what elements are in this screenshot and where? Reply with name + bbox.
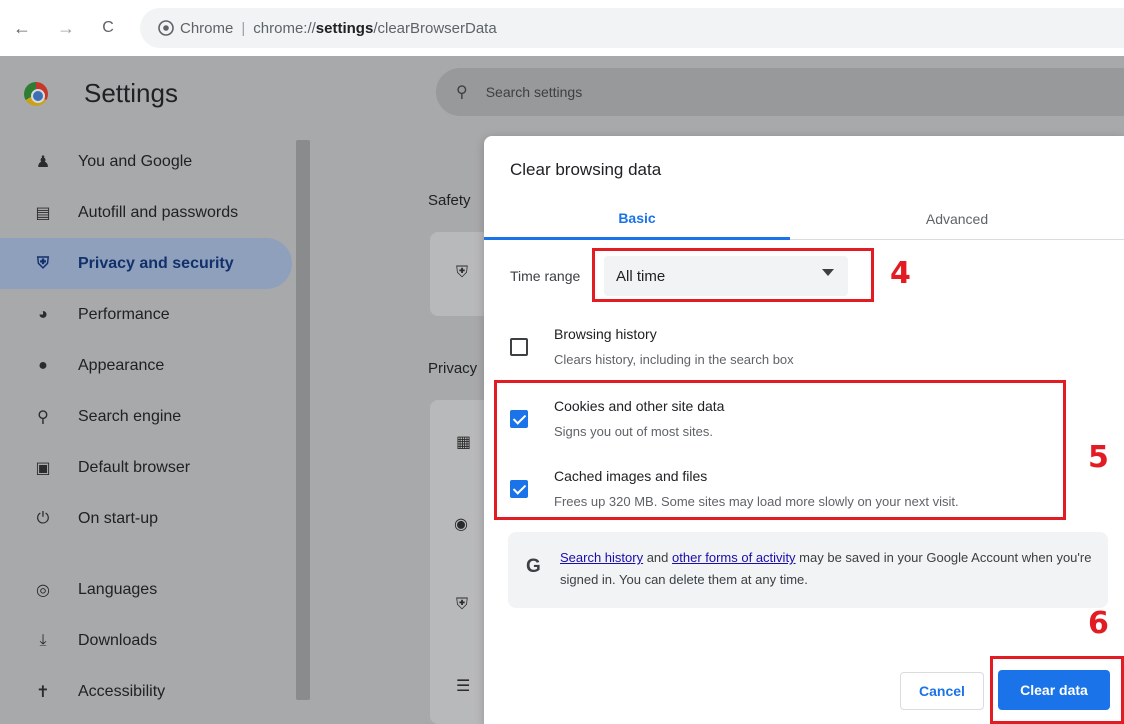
accessibility-icon: ✝ [36,683,50,701]
annotation-box-5 [494,380,1066,520]
search-placeholder: Search settings [485,84,583,100]
sidebar-item-on-startup[interactable]: ⏻ On start-up [0,493,292,544]
globe-icon: ◎ [36,581,50,599]
trash-icon: ▦ [456,434,472,451]
tab-basic[interactable]: Basic [484,198,790,240]
forward-icon[interactable]: → [50,12,82,44]
site-chip[interactable]: Chrome [158,20,233,37]
page-title: Settings [84,78,178,108]
privacy-section-label: Privacy [428,360,478,377]
sidebar-item-label: Autofill and passwords [78,203,239,221]
annotation-box-6 [990,656,1124,724]
sidebar-item-label: Accessibility [78,682,166,700]
sliders-icon: ☰ [456,678,471,695]
divider: | [241,19,246,37]
other-activity-link[interactable]: other forms of activity [672,550,796,565]
google-notice-text: Search history and other forms of activi… [560,547,1100,591]
sidebar-item-appearance[interactable]: ● Appearance [0,340,292,391]
annotation-number-5: 5 [1088,440,1109,475]
palette-icon: ● [38,356,48,374]
clipboard-icon: ▤ [35,204,51,222]
annotation-number-4: 4 [890,256,911,291]
gauge-icon: ◕ [38,305,48,323]
browsing-history-checkbox[interactable] [510,338,528,356]
sidebar-item-performance[interactable]: ◕ Performance [0,289,292,340]
search-icon: ⚲ [456,84,468,101]
sidebar-item-languages[interactable]: ◎ Languages [0,564,292,615]
google-icon: G [526,556,541,577]
reload-icon[interactable]: C [92,12,124,44]
power-icon: ⏻ [36,509,50,527]
google-account-notice: G Search history and other forms of acti… [508,532,1108,608]
sidebar: ♟ You and Google ▤ Autofill and password… [0,136,292,717]
time-range-label: Time range [510,268,581,284]
dialog-tabs: Basic Advanced [484,198,1124,240]
shield-icon: ⛨ [456,264,469,281]
browser-icon: ▣ [35,459,51,477]
sidebar-item-downloads[interactable]: ⤓ Downloads [0,615,292,666]
sidebar-item-label: You and Google [78,152,193,170]
sidebar-scrollbar[interactable] [296,140,310,700]
shield-icon: ⛨ [36,254,49,272]
sidebar-item-search-engine[interactable]: ⚲ Search engine [0,391,292,442]
sidebar-item-label: Privacy and security [78,254,234,272]
sidebar-item-label: Appearance [78,356,165,374]
site-chip-label: Chrome [180,19,234,37]
settings-search[interactable]: ⚲ Search settings [436,68,1124,116]
sidebar-item-default-browser[interactable]: ▣ Default browser [0,442,292,493]
shield-icon: ⛨ [456,596,469,613]
cancel-button[interactable]: Cancel [900,672,984,710]
search-icon: ⚲ [37,408,49,426]
notice-text: and [643,550,673,565]
sidebar-item-label: Performance [78,305,170,323]
sidebar-item-autofill[interactable]: ▤ Autofill and passwords [0,187,292,238]
sidebar-item-label: Languages [78,580,158,598]
option-browsing-history[interactable]: Browsing history Clears history, includi… [510,326,1090,374]
sidebar-item-you-and-google[interactable]: ♟ You and Google [0,136,292,187]
person-icon: ♟ [35,153,51,171]
chrome-icon [158,20,174,36]
sidebar-item-label: Default browser [78,458,191,476]
browser-toolbar: ← → C Chrome | chrome://settings/clearBr… [0,0,1124,56]
sidebar-divider [0,544,292,564]
option-description: Clears history, including in the search … [554,352,794,367]
safety-section-label: Safety [428,192,471,209]
sidebar-item-label: Downloads [78,631,158,649]
search-history-link[interactable]: Search history [560,550,643,565]
annotation-number-6: 6 [1088,606,1109,641]
sidebar-item-label: Search engine [78,407,182,425]
url-text: chrome://settings/clearBrowserData [253,19,497,37]
option-title: Browsing history [554,326,657,342]
dialog-title: Clear browsing data [510,160,662,179]
cookie-icon: ◉ [454,516,468,533]
chrome-logo [24,82,48,106]
download-icon: ⤓ [39,631,47,649]
annotation-box-4 [592,248,874,302]
sidebar-item-label: On start-up [78,509,159,527]
address-bar[interactable]: Chrome | chrome://settings/clearBrowserD… [140,8,1124,48]
sidebar-item-privacy[interactable]: ⛨ Privacy and security [0,238,292,289]
tab-advanced[interactable]: Advanced [790,198,1124,240]
back-icon[interactable]: ← [6,12,38,44]
sidebar-item-accessibility[interactable]: ✝ Accessibility [0,666,292,717]
